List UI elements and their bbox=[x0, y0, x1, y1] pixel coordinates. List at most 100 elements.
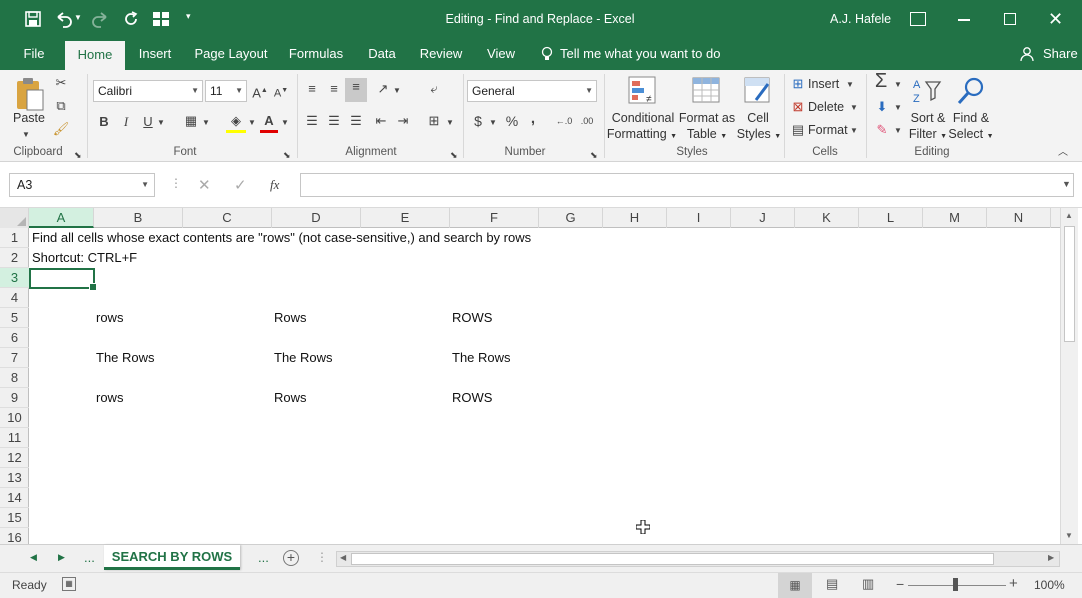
page-layout-view-icon[interactable]: ▤ bbox=[826, 576, 838, 592]
decrease-font-icon[interactable]: A▼ bbox=[273, 82, 289, 103]
row-header-11[interactable]: 11 bbox=[0, 428, 29, 448]
scroll-thumb[interactable] bbox=[1064, 226, 1075, 342]
borders-dropdown-icon[interactable]: ▼ bbox=[202, 114, 210, 132]
row-header-15[interactable]: 15 bbox=[0, 508, 29, 528]
cell-f9[interactable]: ROWS bbox=[452, 388, 492, 408]
column-header-i[interactable]: I bbox=[667, 208, 731, 228]
tab-insert[interactable]: Insert bbox=[133, 38, 177, 70]
delete-cells-icon[interactable]: ⊠ bbox=[790, 98, 806, 116]
zoom-out-icon[interactable]: − bbox=[896, 576, 904, 592]
delete-cells-button[interactable]: Delete bbox=[808, 99, 844, 115]
orientation-icon[interactable]: ↗ bbox=[372, 80, 394, 98]
close-icon[interactable]: ✕ bbox=[1048, 9, 1063, 29]
decrease-indent-icon[interactable]: ⇤ bbox=[372, 112, 390, 130]
cut-icon[interactable]: ✂ bbox=[52, 74, 70, 92]
previous-sheets-ellipsis[interactable]: ... bbox=[84, 550, 95, 565]
column-header-e[interactable]: E bbox=[361, 208, 450, 228]
column-header-l[interactable]: L bbox=[859, 208, 923, 228]
undo-dropdown-icon[interactable]: ▼ bbox=[74, 13, 82, 22]
cell-d7[interactable]: The Rows bbox=[274, 348, 333, 368]
accounting-dropdown-icon[interactable]: ▼ bbox=[489, 114, 497, 132]
column-header-g[interactable]: G bbox=[539, 208, 603, 228]
active-cell-a3[interactable] bbox=[29, 268, 97, 291]
ribbon-display-options-icon[interactable] bbox=[910, 12, 926, 26]
customize-qat-icon[interactable]: ▾ bbox=[186, 11, 191, 22]
row-header-4[interactable]: 4 bbox=[0, 288, 29, 308]
cell-styles-icon[interactable] bbox=[744, 76, 772, 106]
maximize-icon[interactable] bbox=[1004, 13, 1016, 25]
undo-icon[interactable] bbox=[54, 10, 76, 28]
row-header-12[interactable]: 12 bbox=[0, 448, 29, 468]
next-sheets-ellipsis[interactable]: ... bbox=[258, 550, 269, 565]
column-header-d[interactable]: D bbox=[272, 208, 361, 228]
orientation-dropdown-icon[interactable]: ▼ bbox=[393, 82, 401, 100]
font-size-combo[interactable]: 11 ▼ bbox=[205, 80, 247, 102]
find-select-label-2[interactable]: Select ▼ bbox=[948, 126, 994, 145]
delete-dropdown-icon[interactable]: ▼ bbox=[850, 99, 858, 117]
cancel-entry-icon[interactable]: ✕ bbox=[198, 176, 211, 194]
cell-f5[interactable]: ROWS bbox=[452, 308, 492, 328]
minimize-icon[interactable] bbox=[958, 19, 970, 21]
cell-styles-label-2[interactable]: Styles ▼ bbox=[736, 126, 782, 145]
find-select-label[interactable]: Find & bbox=[950, 110, 992, 126]
repeat-icon[interactable] bbox=[122, 10, 140, 28]
find-select-icon[interactable] bbox=[956, 76, 986, 106]
scroll-left-icon[interactable]: ◀ bbox=[340, 553, 346, 562]
scroll-right-icon[interactable]: ▶ bbox=[1048, 553, 1054, 562]
row-header-8[interactable]: 8 bbox=[0, 368, 29, 388]
new-sheet-icon[interactable]: + bbox=[283, 550, 299, 566]
zoom-level[interactable]: 100% bbox=[1034, 578, 1065, 592]
format-as-table-icon[interactable] bbox=[692, 76, 722, 106]
save-icon[interactable] bbox=[24, 10, 42, 28]
column-header-n[interactable]: N bbox=[987, 208, 1051, 228]
underline-dropdown-icon[interactable]: ▼ bbox=[157, 114, 165, 132]
insert-function-button[interactable]: fx bbox=[270, 177, 279, 193]
insert-cells-icon[interactable]: ⊞ bbox=[790, 75, 806, 93]
font-color-dropdown-icon[interactable]: ▼ bbox=[281, 114, 289, 132]
fill-icon[interactable]: ⬇ bbox=[874, 98, 890, 116]
increase-decimal-icon[interactable]: ←.0 bbox=[555, 112, 573, 130]
autosum-dropdown-icon[interactable]: ▼ bbox=[894, 76, 902, 94]
percent-style-button[interactable]: % bbox=[504, 112, 520, 130]
autosum-icon[interactable]: Σ bbox=[872, 71, 890, 91]
row-header-6[interactable]: 6 bbox=[0, 328, 29, 348]
cell-a2[interactable]: Shortcut: CTRL+F bbox=[32, 248, 137, 268]
underline-button[interactable]: U bbox=[140, 113, 156, 131]
user-name[interactable]: A.J. Hafele bbox=[830, 0, 891, 38]
sort-filter-label-2[interactable]: Filter ▼ bbox=[904, 126, 952, 145]
format-cells-icon[interactable]: ▤ bbox=[790, 121, 806, 139]
page-break-view-icon[interactable]: ▥ bbox=[862, 576, 874, 592]
macro-record-icon[interactable]: ▦ bbox=[62, 577, 76, 591]
confirm-entry-icon[interactable]: ✓ bbox=[234, 176, 247, 194]
row-header-3[interactable]: 3 bbox=[0, 268, 29, 288]
tab-formulas[interactable]: Formulas bbox=[288, 38, 344, 70]
font-name-combo[interactable]: Calibri ▼ bbox=[93, 80, 203, 102]
insert-dropdown-icon[interactable]: ▼ bbox=[846, 76, 854, 94]
comma-style-button[interactable]: , bbox=[528, 110, 538, 128]
select-all-corner[interactable] bbox=[0, 208, 29, 228]
column-header-j[interactable]: J bbox=[731, 208, 795, 228]
row-header-9[interactable]: 9 bbox=[0, 388, 29, 408]
name-box[interactable]: A3 ▼ bbox=[9, 173, 155, 197]
cell-grid[interactable]: Find all cells whose exact contents are … bbox=[29, 228, 1060, 544]
cell-b5[interactable]: rows bbox=[96, 308, 123, 328]
number-format-combo[interactable]: General ▼ bbox=[467, 80, 597, 102]
row-header-5[interactable]: 5 bbox=[0, 308, 29, 328]
tab-view[interactable]: View bbox=[484, 38, 518, 70]
middle-align-icon[interactable]: ≡ bbox=[325, 80, 343, 98]
cell-b9[interactable]: rows bbox=[96, 388, 123, 408]
column-header-c[interactable]: C bbox=[183, 208, 272, 228]
conditional-formatting-label[interactable]: Conditional bbox=[608, 110, 678, 126]
format-as-table-label[interactable]: Format as bbox=[676, 110, 738, 126]
row-header-7[interactable]: 7 bbox=[0, 348, 29, 368]
normal-view-icon[interactable]: ▦ bbox=[778, 573, 812, 598]
clear-dropdown-icon[interactable]: ▼ bbox=[894, 122, 902, 140]
fill-color-dropdown-icon[interactable]: ▼ bbox=[248, 114, 256, 132]
sort-filter-label[interactable]: Sort & bbox=[906, 110, 950, 126]
row-header-2[interactable]: 2 bbox=[0, 248, 29, 268]
scroll-up-icon[interactable]: ▲ bbox=[1065, 211, 1073, 220]
scroll-tabs-right-icon[interactable]: ▶ bbox=[58, 552, 65, 563]
paste-button[interactable]: Paste bbox=[10, 110, 48, 126]
align-left-icon[interactable]: ☰ bbox=[303, 112, 321, 130]
sheet-tab-search-by-rows[interactable]: SEARCH BY ROWS bbox=[104, 545, 240, 570]
